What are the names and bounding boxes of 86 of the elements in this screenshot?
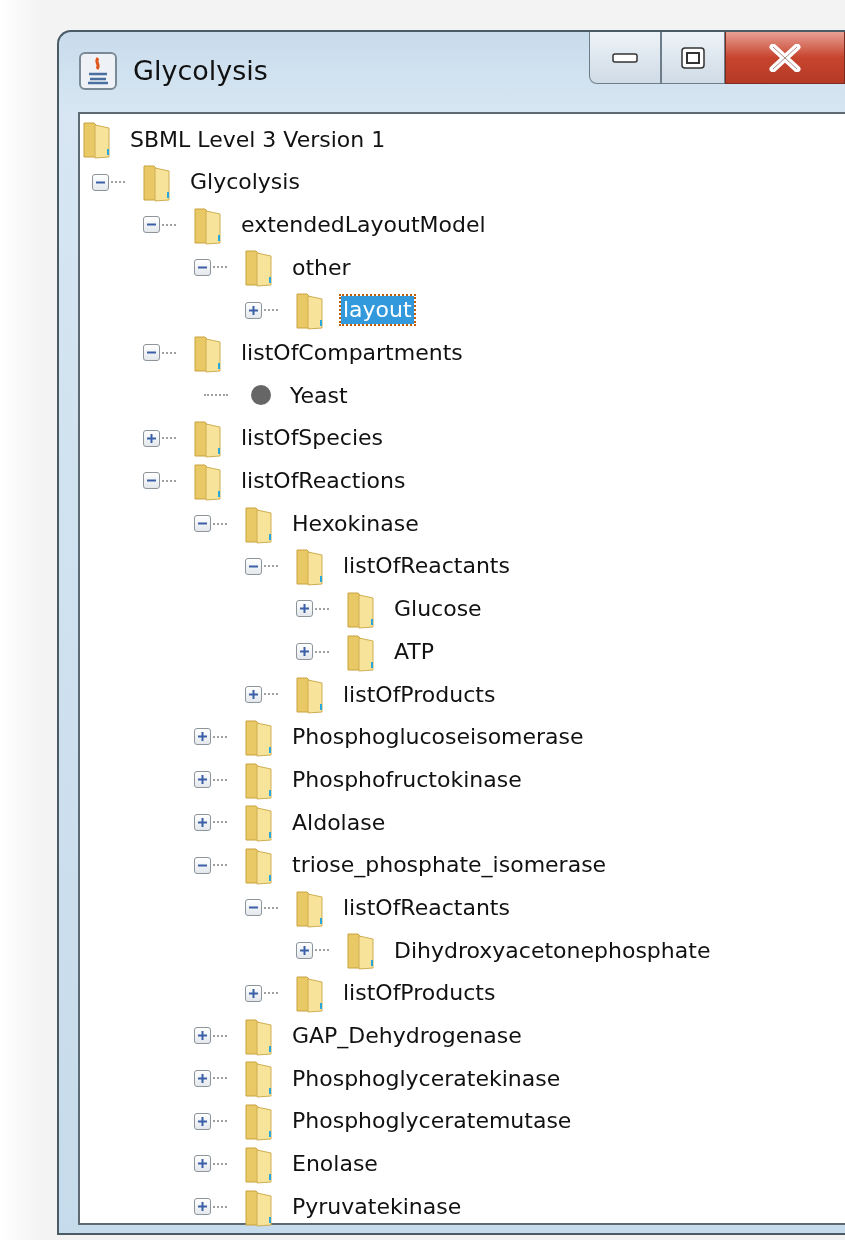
plus-icon — [197, 1158, 208, 1170]
tree-item[interactable]: listOfProducts — [341, 979, 498, 1007]
tree-item[interactable]: Hexokinase — [290, 509, 421, 538]
expand-toggle[interactable] — [194, 1069, 211, 1087]
expand-toggle[interactable] — [194, 1198, 211, 1216]
expand-toggle[interactable] — [296, 643, 313, 661]
folder-icon — [295, 674, 325, 715]
tree-item[interactable]: listOfReactants — [341, 552, 512, 580]
tree-item[interactable]: listOfCompartments — [239, 339, 465, 367]
tree-item[interactable]: Phosphofructokinase — [290, 765, 524, 794]
expand-toggle[interactable] — [245, 984, 262, 1002]
expand-toggle[interactable] — [194, 728, 211, 746]
maximize-button[interactable] — [661, 32, 725, 84]
tree-item[interactable]: Aldolase — [290, 808, 388, 837]
plus-icon — [197, 1072, 208, 1084]
tree-item[interactable]: Dihydroxyacetonephosphate — [392, 936, 713, 965]
app-icon — [79, 52, 117, 90]
tree-item[interactable]: other — [290, 253, 353, 282]
expand-toggle[interactable] — [296, 941, 313, 959]
folder-icon — [244, 802, 274, 843]
close-button[interactable] — [725, 32, 845, 84]
tree-item[interactable]: Glycolysis — [188, 168, 302, 196]
collapse-toggle[interactable] — [143, 472, 160, 490]
tree-item[interactable]: Pyruvatekinase — [290, 1192, 464, 1221]
plus-icon — [197, 1030, 208, 1042]
plus-icon — [248, 304, 259, 316]
tree-item[interactable]: ATP — [392, 637, 437, 666]
tree-item[interactable]: Enolase — [290, 1150, 380, 1178]
collapse-toggle[interactable] — [194, 856, 211, 874]
folder-icon — [244, 1058, 274, 1099]
expand-toggle[interactable] — [194, 813, 211, 831]
plus-icon — [299, 603, 310, 615]
minimize-button[interactable] — [589, 32, 661, 84]
plus-icon — [197, 816, 208, 828]
expand-toggle[interactable] — [194, 1155, 211, 1173]
tree-item[interactable]: triose_phosphate_isomerase — [290, 851, 609, 879]
tree-item[interactable]: listOfReactants — [341, 893, 512, 922]
collapse-toggle[interactable] — [194, 515, 211, 533]
expand-toggle[interactable] — [143, 429, 160, 447]
expand-toggle[interactable] — [194, 1027, 211, 1045]
folder-icon — [295, 290, 325, 331]
plus-icon — [197, 1201, 208, 1213]
collapse-toggle[interactable] — [194, 258, 211, 276]
tree-item[interactable]: Phosphoglyceratekinase — [290, 1064, 563, 1093]
folder-icon — [346, 930, 376, 971]
tree-item[interactable]: listOfSpecies — [239, 424, 386, 452]
tree-item[interactable]: listOfProducts — [341, 680, 498, 709]
collapse-toggle[interactable] — [143, 216, 160, 234]
window-title: Glycolysis — [133, 53, 268, 88]
plus-icon — [299, 944, 310, 956]
folder-icon — [244, 1101, 274, 1142]
tree-item[interactable]: listOfReactions — [239, 467, 408, 495]
plus-icon — [146, 432, 157, 444]
minimize-icon — [612, 52, 638, 63]
collapse-toggle[interactable] — [245, 899, 262, 917]
close-icon — [768, 43, 802, 72]
folder-icon — [142, 162, 172, 203]
plus-icon — [197, 774, 208, 786]
tree-item[interactable]: Glucose — [392, 595, 484, 623]
expand-toggle[interactable] — [245, 301, 262, 319]
plus-icon — [248, 688, 259, 700]
folder-icon — [244, 845, 274, 886]
folder-icon — [295, 546, 325, 587]
compartment-icon — [250, 384, 272, 407]
expand-toggle[interactable] — [296, 600, 313, 618]
folder-icon — [193, 418, 223, 459]
tree-item[interactable]: SBML Level 3 Version 1 — [128, 125, 388, 154]
folder-icon — [82, 119, 112, 160]
expand-toggle[interactable] — [194, 1112, 211, 1130]
expand-toggle[interactable] — [245, 685, 262, 703]
tree-item[interactable]: Phosphoglucoseisomerase — [290, 723, 586, 751]
collapse-toggle[interactable] — [143, 344, 160, 362]
plus-icon — [248, 987, 259, 999]
tree-item[interactable]: extendedLayoutModel — [239, 210, 488, 239]
tree-item[interactable]: Phosphoglyceratemutase — [290, 1107, 574, 1135]
folder-icon — [244, 247, 274, 288]
plus-icon — [197, 1115, 208, 1127]
tree-item[interactable]: Yeast — [288, 381, 350, 410]
tree-item[interactable]: GAP_Dehydrogenase — [290, 1022, 524, 1050]
collapse-toggle[interactable] — [245, 557, 262, 575]
maximize-icon — [681, 46, 705, 69]
collapse-toggle[interactable] — [92, 173, 109, 191]
plus-icon — [299, 646, 310, 658]
folder-icon — [295, 973, 325, 1014]
expand-toggle[interactable] — [194, 771, 211, 789]
plus-icon — [197, 731, 208, 743]
